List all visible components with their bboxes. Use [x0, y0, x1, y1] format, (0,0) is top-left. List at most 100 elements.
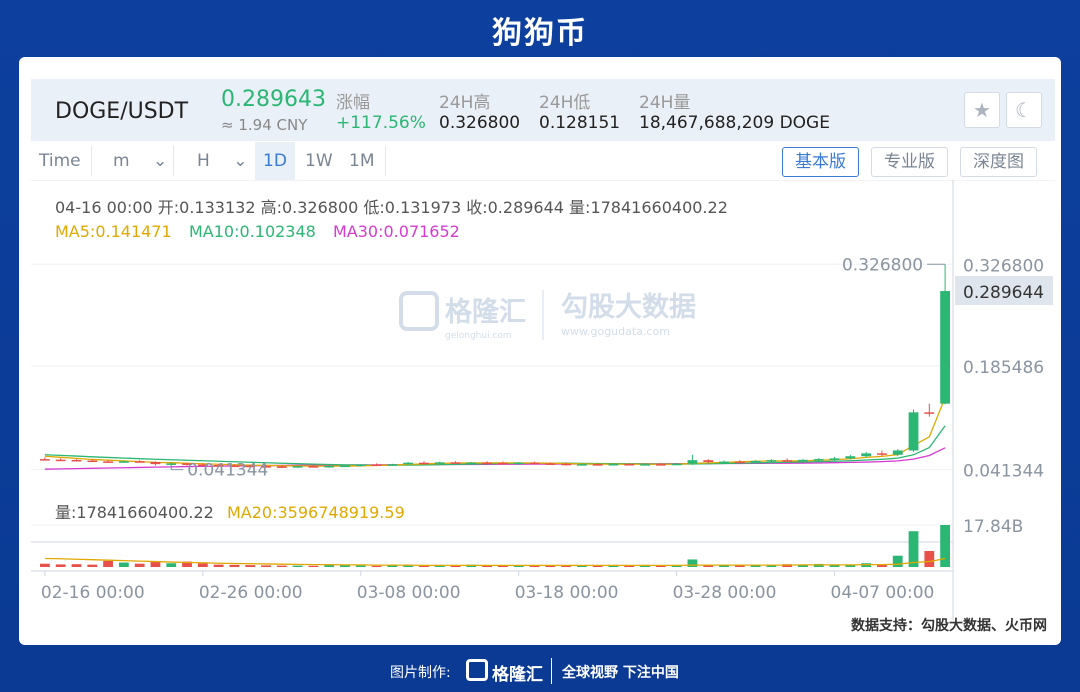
- volume-bar: [324, 565, 335, 567]
- volume-bar: [245, 565, 256, 567]
- tab-1m[interactable]: 1M: [341, 142, 382, 180]
- volume-bar: [261, 565, 271, 567]
- volume-bar: [40, 563, 50, 567]
- stat-label-low: 24H低: [539, 93, 591, 113]
- candle-body: [671, 463, 682, 466]
- candle-body: [118, 461, 129, 463]
- credit-brand: 格隆汇: [492, 665, 543, 685]
- ma-label: MA30:0.071652: [333, 222, 460, 241]
- credit-bar: 图片制作: 格隆汇 全球视野 下注中国: [0, 656, 1080, 686]
- watermark-partner: 勾股大数据: [561, 292, 696, 323]
- candle-body: [466, 462, 477, 465]
- volume-ma-line: [44, 557, 946, 567]
- candle-body: [892, 450, 903, 455]
- stat-value-change: +117.56%: [336, 113, 426, 133]
- candle-body: [419, 462, 429, 465]
- hour-select-label: H: [197, 151, 210, 171]
- data-source-note: 数据支持：勾股大数据、火币网: [851, 618, 1047, 634]
- tab-1w[interactable]: 1W: [297, 142, 341, 180]
- volume-bar: [687, 559, 698, 567]
- stat-value-low: 0.128151: [539, 113, 621, 133]
- candle-body: [324, 465, 335, 468]
- max-marker-label: 0.326800: [842, 255, 923, 275]
- volume-bar: [55, 564, 66, 567]
- watermark-brand: 格隆汇: [445, 297, 526, 328]
- candle-body: [450, 462, 461, 464]
- volume-ma-label: MA20:3596748919.59: [227, 503, 405, 522]
- volume-bar: [71, 564, 82, 567]
- chart-panel: DOGE/USDT 0.289643 ≈ 1.94 CNY 涨幅 +117.56…: [19, 57, 1061, 645]
- volume-bar: [197, 563, 208, 567]
- ma5-line: [44, 397, 946, 467]
- candle-body: [166, 463, 177, 465]
- ma10-line: [44, 425, 946, 466]
- candle-body: [734, 461, 745, 464]
- chart-area[interactable]: 0.326800 0.185486 0.041344 17.84B 格隆汇 gelongh…: [31, 179, 1055, 620]
- candle-info-line: 04-16 00:00 开:0.133132 高:0.326800 低:0.13…: [55, 198, 728, 217]
- volume-bar: [134, 563, 145, 567]
- candle-body: [798, 459, 808, 462]
- chevron-down-icon: ⌄: [233, 151, 248, 171]
- candle-body: [719, 461, 729, 464]
- y-tick-label: 0.185486: [963, 358, 1044, 378]
- gelonghui-logo-icon: [466, 659, 488, 681]
- volume-bar: [213, 564, 224, 567]
- min-marker-label: 0.041344: [187, 461, 268, 481]
- candle-body: [703, 460, 714, 462]
- volume-bar: [276, 565, 287, 567]
- candlestick-chart[interactable]: 0.326800 0.185486 0.041344 17.84B 格隆汇 gelongh…: [31, 179, 1055, 620]
- candle-body: [482, 462, 492, 465]
- depth-view-button[interactable]: 深度图: [960, 147, 1037, 177]
- candle-body: [829, 458, 840, 460]
- candle-body: [561, 463, 571, 466]
- candle-body: [529, 462, 540, 465]
- pro-view-button[interactable]: 专业版: [871, 147, 948, 177]
- candle-body: [877, 453, 887, 455]
- volume-bar: [371, 565, 382, 567]
- tab-time[interactable]: Time: [31, 142, 89, 180]
- cny-price: ≈ 1.94 CNY: [221, 116, 308, 134]
- candle-body: [134, 461, 145, 463]
- candle-body: [845, 456, 856, 459]
- night-mode-button[interactable]: ☾: [1006, 92, 1042, 128]
- stat-label-volume: 24H量: [639, 93, 691, 113]
- stat-label-high: 24H高: [439, 93, 491, 113]
- candle-body: [403, 462, 414, 465]
- volume-tick-label: 17.84B: [963, 517, 1023, 537]
- hour-select[interactable]: H ⌄: [189, 142, 255, 180]
- candle-body: [813, 459, 824, 461]
- candle-body: [150, 461, 161, 465]
- volume-bar: [355, 565, 366, 567]
- candle-body: [640, 464, 650, 466]
- candle-body: [87, 460, 98, 463]
- candle-body: [545, 463, 556, 465]
- x-tick-label: 03-18 00:00: [515, 583, 619, 603]
- stat-value-high: 0.326800: [439, 113, 521, 133]
- favorite-button[interactable]: ★: [964, 92, 1000, 128]
- credit-label: 图片制作:: [390, 665, 451, 681]
- candle-body: [624, 463, 635, 466]
- candle-body: [592, 464, 603, 466]
- volume-bar: [150, 562, 161, 567]
- candle-body: [861, 453, 872, 457]
- x-tick-label: 02-26 00:00: [199, 583, 303, 603]
- candle-body: [766, 460, 777, 462]
- candle-body: [40, 459, 50, 461]
- stat-label-change: 涨幅: [336, 93, 370, 113]
- candle-body: [276, 466, 287, 468]
- x-tick-label: 03-28 00:00: [673, 583, 777, 603]
- candle-body: [308, 466, 319, 468]
- credit-divider: [551, 658, 552, 684]
- minute-select[interactable]: m ⌄: [105, 142, 175, 180]
- candle-body: [750, 460, 761, 463]
- tab-1d[interactable]: 1D: [255, 142, 295, 180]
- candle-body: [387, 464, 398, 466]
- ma-label: MA5:0.141471: [55, 222, 172, 241]
- y-tick-label: 0.326800: [963, 256, 1044, 276]
- candle-body: [687, 460, 698, 464]
- last-price-tag-label: 0.289644: [963, 283, 1044, 303]
- x-tick-label: 02-16 00:00: [41, 583, 145, 603]
- basic-view-button[interactable]: 基本版: [782, 147, 859, 177]
- pair-name: DOGE/USDT: [55, 99, 189, 124]
- toolbar-divider: [385, 146, 386, 176]
